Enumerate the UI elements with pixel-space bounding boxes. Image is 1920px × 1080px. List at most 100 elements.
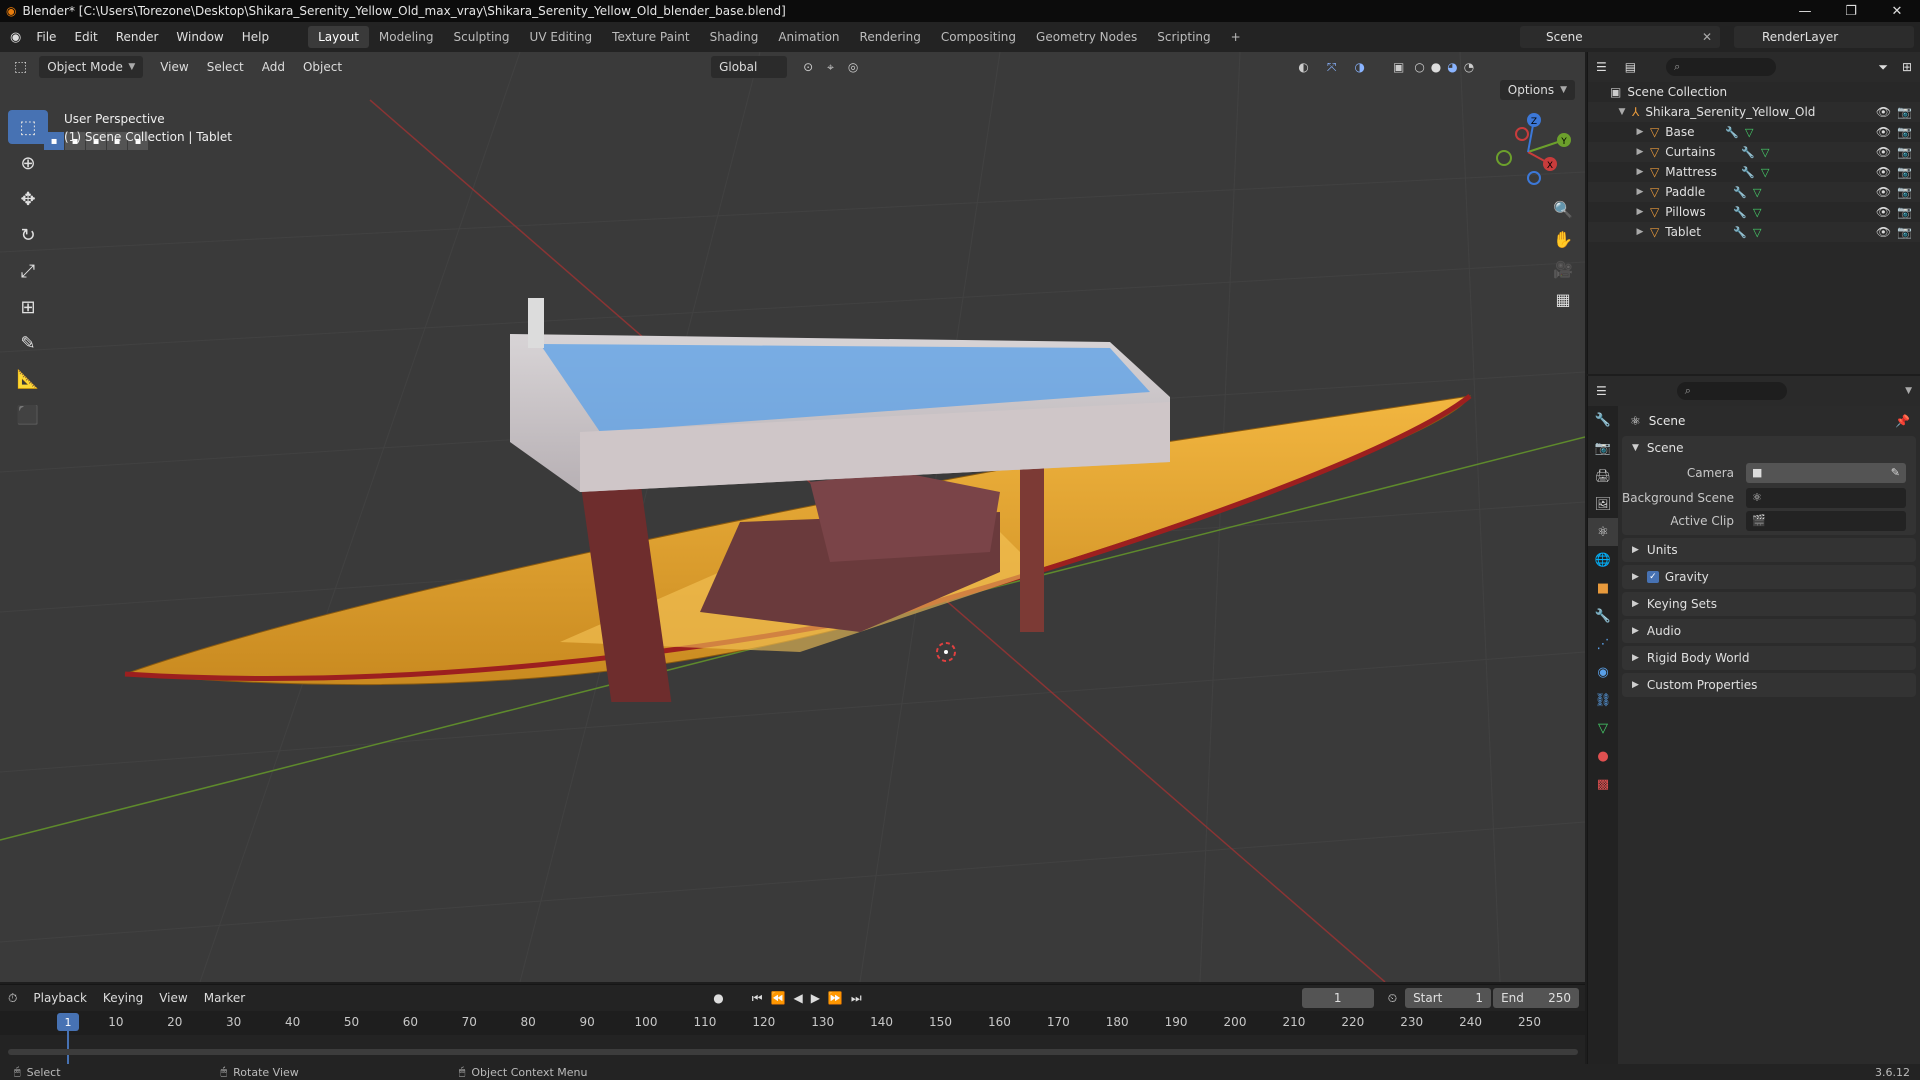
tab-scripting[interactable]: Scripting (1147, 26, 1220, 48)
active-clip-field[interactable]: 🎬 (1746, 510, 1906, 531)
chevron-down-icon[interactable]: ▼ (1905, 386, 1912, 396)
blender-menu-icon[interactable]: ◉ (10, 30, 21, 45)
menu-file[interactable]: File (27, 30, 65, 44)
pan-hand-icon[interactable]: ✋ (1548, 224, 1578, 254)
outliner-scene-collection[interactable]: ▣ Scene Collection (1588, 82, 1920, 102)
viewport-menu-object[interactable]: Object (294, 60, 351, 74)
outliner-item-curtains[interactable]: ▶ ▽ Curtains 🔧▽ 👁 📷 (1588, 142, 1920, 162)
menu-help[interactable]: Help (233, 30, 278, 44)
tab-rendering[interactable]: Rendering (850, 26, 931, 48)
add-cube-tool-icon[interactable]: ⬛ (8, 398, 48, 432)
3d-viewport[interactable]: ⬚ Object Mode ▼ View Select Add Object G… (0, 52, 1585, 982)
eye-icon[interactable]: 👁 (1876, 125, 1891, 139)
expand-triangle-icon[interactable]: ▶ (1634, 147, 1646, 157)
editor-type-icon[interactable]: ⬚ (14, 59, 27, 75)
menu-edit[interactable]: Edit (65, 30, 106, 44)
properties-search-input[interactable]: ⌕ (1676, 382, 1787, 400)
preview-range-icon[interactable]: ⏲ (1388, 991, 1397, 1006)
close-icon[interactable]: ✕ (1702, 30, 1712, 44)
tab-layout[interactable]: Layout (308, 26, 369, 48)
render-camera-icon[interactable]: 📷 (1897, 105, 1912, 119)
solid-shading-icon[interactable]: ● (1431, 60, 1441, 74)
modifier-tab-icon[interactable]: 🔧 (1588, 602, 1618, 630)
timeline-menu-playback[interactable]: Playback (25, 991, 95, 1005)
add-workspace-button[interactable]: + (1221, 26, 1251, 48)
outliner-search-input[interactable]: ⌕ (1666, 58, 1777, 76)
eye-icon[interactable]: 👁 (1876, 225, 1891, 239)
outliner-item-base[interactable]: ▶ ▽ Base 🔧▽ 👁 📷 (1588, 122, 1920, 142)
object-tab-icon[interactable]: ■ (1588, 574, 1618, 602)
proportional-edit-icon[interactable]: ◎ (848, 60, 858, 74)
eye-icon[interactable]: 👁 (1876, 145, 1891, 159)
constraints-tab-icon[interactable]: ⛓ (1588, 686, 1618, 714)
rotate-tool-icon[interactable]: ↻ (8, 218, 48, 252)
outliner-item-paddle[interactable]: ▶ ▽ Paddle 🔧▽ 👁 📷 (1588, 182, 1920, 202)
viewport-menu-view[interactable]: View (151, 60, 197, 74)
record-icon[interactable]: ● (713, 991, 723, 1005)
tab-shading[interactable]: Shading (700, 26, 769, 48)
camera-field[interactable]: ■ ✎ (1746, 462, 1906, 483)
annotate-tool-icon[interactable]: ✎ (8, 326, 48, 360)
rendered-shading-icon[interactable]: ◔ (1464, 60, 1474, 74)
measure-tool-icon[interactable]: 📐 (8, 362, 48, 396)
3d-cursor-icon[interactable] (936, 642, 956, 662)
scene-tab-icon[interactable]: ⚛ (1588, 518, 1618, 546)
render-camera-icon[interactable]: 📷 (1897, 205, 1912, 219)
expand-triangle-icon[interactable]: ▶ (1634, 127, 1646, 137)
viewport-menu-select[interactable]: Select (198, 60, 253, 74)
shikara-boat[interactable] (124, 298, 1472, 702)
timeline-editor-type-icon[interactable]: ⏱ (8, 991, 17, 1006)
scale-tool-icon[interactable]: ⤢ (8, 254, 48, 288)
eye-icon[interactable]: 👁 (1876, 185, 1891, 199)
eyedropper-icon[interactable]: ✎ (1891, 466, 1900, 479)
end-frame-field[interactable]: End 250 (1493, 988, 1580, 1008)
expand-triangle-icon[interactable]: ▶ (1634, 227, 1646, 237)
background-scene-field[interactable]: ⚛ (1746, 487, 1906, 508)
expand-triangle-icon[interactable]: ▼ (1616, 107, 1628, 117)
tab-modeling[interactable]: Modeling (369, 26, 444, 48)
render-camera-icon[interactable]: 📷 (1897, 185, 1912, 199)
new-collection-icon[interactable]: ⊞ (1902, 60, 1912, 74)
tab-animation[interactable]: Animation (768, 26, 849, 48)
play-icon[interactable]: ▶ (811, 991, 820, 1005)
expand-triangle-icon[interactable]: ▶ (1634, 167, 1646, 177)
jump-end-icon[interactable]: ⏭ (851, 991, 862, 1006)
data-tab-icon[interactable]: ▽ (1588, 714, 1618, 742)
close-button[interactable]: ✕ (1874, 0, 1920, 22)
move-tool-icon[interactable]: ✥ (8, 182, 48, 216)
tool-tab-icon[interactable]: 🔧 (1588, 406, 1618, 434)
view-layer-tab-icon[interactable]: 🖼 (1588, 490, 1618, 518)
start-frame-field[interactable]: Start 1 (1405, 988, 1492, 1008)
render-camera-icon[interactable]: 📷 (1897, 165, 1912, 179)
viewport-scene[interactable] (0, 52, 1585, 982)
eye-icon[interactable]: 👁 (1876, 165, 1891, 179)
outliner-item-tablet[interactable]: ▶ ▽ Tablet 🔧▽ 👁 📷 (1588, 222, 1920, 242)
properties-editor-type-icon[interactable]: ☰ (1596, 384, 1607, 398)
eye-icon[interactable]: 👁 (1876, 105, 1891, 119)
gravity-checkbox[interactable]: ✓ (1646, 571, 1659, 583)
timeline-ruler[interactable]: 1102030405060708090100110120130140150160… (0, 1011, 1585, 1035)
material-shading-icon[interactable]: ◕ (1447, 60, 1457, 74)
viewport-menu-add[interactable]: Add (253, 60, 294, 74)
audio-panel[interactable]: ▶ Audio (1622, 619, 1916, 643)
transform-tool-icon[interactable]: ⊞ (8, 290, 48, 324)
zoom-icon[interactable]: 🔍 (1548, 194, 1578, 224)
maximize-button[interactable]: ❐ (1828, 0, 1874, 22)
outliner-item-pillows[interactable]: ▶ ▽ Pillows 🔧▽ 👁 📷 (1588, 202, 1920, 222)
menu-window[interactable]: Window (167, 30, 232, 44)
playhead-frame-indicator[interactable]: 1 (57, 1013, 79, 1031)
expand-triangle-icon[interactable]: ▶ (1634, 207, 1646, 217)
pin-icon[interactable]: 📌 (1895, 414, 1910, 428)
gizmo-toggle-icon[interactable]: ⤧ (1327, 60, 1337, 75)
material-tab-icon[interactable]: ● (1588, 742, 1618, 770)
transform-orientation-dropdown[interactable]: Global (711, 56, 788, 78)
filter-icon[interactable]: ⏷ (1878, 60, 1888, 75)
output-tab-icon[interactable]: 🖨 (1588, 462, 1618, 490)
overlays-icon[interactable]: ◑ (1354, 60, 1364, 74)
orthographic-grid-icon[interactable]: ▦ (1548, 284, 1578, 314)
select-box-tool-icon[interactable]: ⬚ (8, 110, 48, 144)
minimize-button[interactable]: — (1782, 0, 1828, 22)
world-tab-icon[interactable]: 🌐 (1588, 546, 1618, 574)
play-reverse-icon[interactable]: ◀ (793, 991, 802, 1005)
outliner-item-mattress[interactable]: ▶ ▽ Mattress 🔧▽ 👁 📷 (1588, 162, 1920, 182)
